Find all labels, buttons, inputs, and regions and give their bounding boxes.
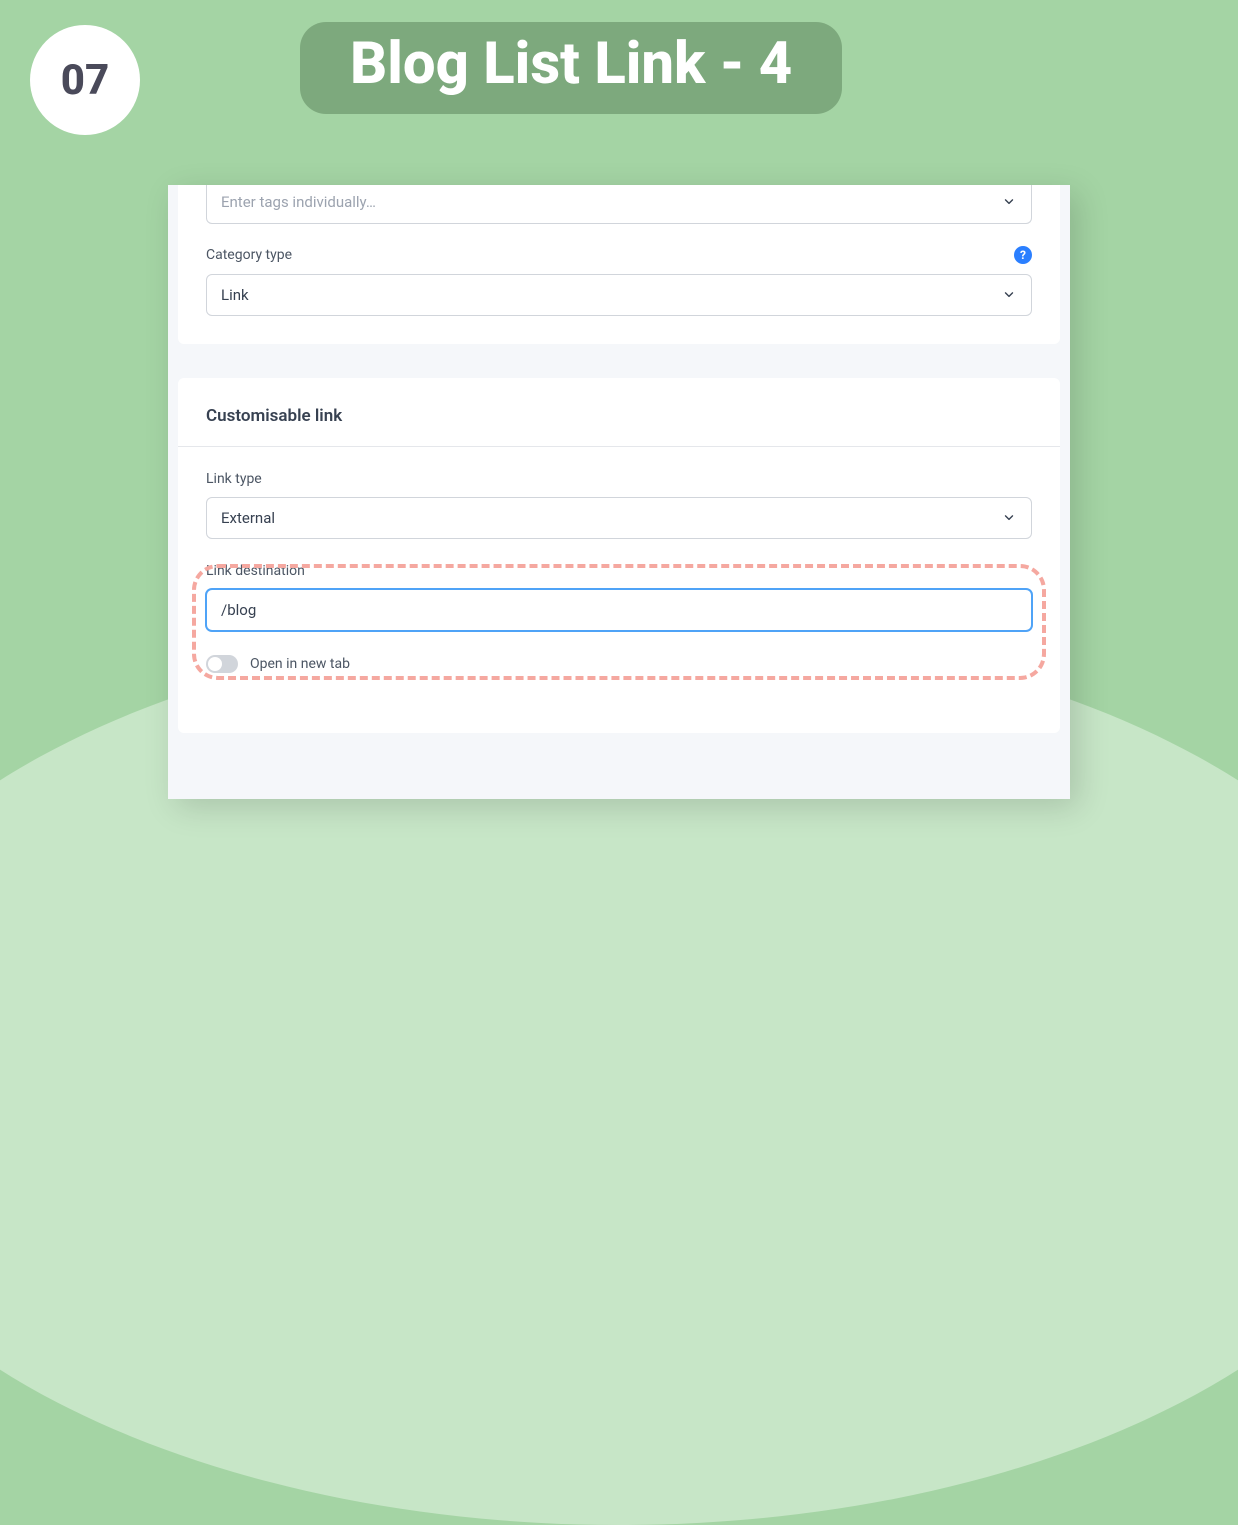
step-number-badge: 07 — [30, 25, 140, 135]
link-destination-label-row: Link destination — [206, 563, 1032, 579]
category-type-value: Link — [221, 286, 249, 304]
section-title: Customisable link — [206, 406, 1032, 446]
link-type-select[interactable]: External — [206, 497, 1032, 539]
card-customisable-link: Customisable link Link type External Lin… — [178, 378, 1060, 733]
page-title-pill: Blog List Link - 4 — [300, 22, 842, 114]
section-divider — [178, 446, 1060, 447]
card-category: Enter tags individually… Category type ?… — [178, 185, 1060, 344]
category-type-label: Category type — [206, 247, 292, 263]
link-destination-value: /blog — [221, 601, 256, 619]
chevron-down-icon — [1001, 287, 1017, 303]
tags-input[interactable]: Enter tags individually… — [206, 185, 1032, 224]
category-type-select[interactable]: Link — [206, 274, 1032, 316]
link-type-label: Link type — [206, 471, 262, 487]
page-title-text: Blog List Link - 4 — [350, 30, 792, 98]
help-icon[interactable]: ? — [1014, 246, 1032, 264]
chevron-down-icon — [1001, 510, 1017, 526]
open-new-tab-label: Open in new tab — [250, 656, 350, 672]
app-screenshot: Enter tags individually… Category type ?… — [168, 185, 1070, 799]
link-type-value: External — [221, 509, 275, 527]
chevron-down-icon — [1001, 194, 1017, 210]
link-type-label-row: Link type — [206, 471, 1032, 487]
link-destination-input[interactable]: /blog — [206, 589, 1032, 631]
category-type-label-row: Category type ? — [206, 246, 1032, 264]
open-new-tab-row: Open in new tab — [206, 655, 1032, 673]
open-new-tab-toggle[interactable] — [206, 655, 238, 673]
step-number-text: 07 — [61, 56, 109, 105]
link-destination-label: Link destination — [206, 563, 305, 579]
tags-placeholder: Enter tags individually… — [221, 193, 376, 211]
